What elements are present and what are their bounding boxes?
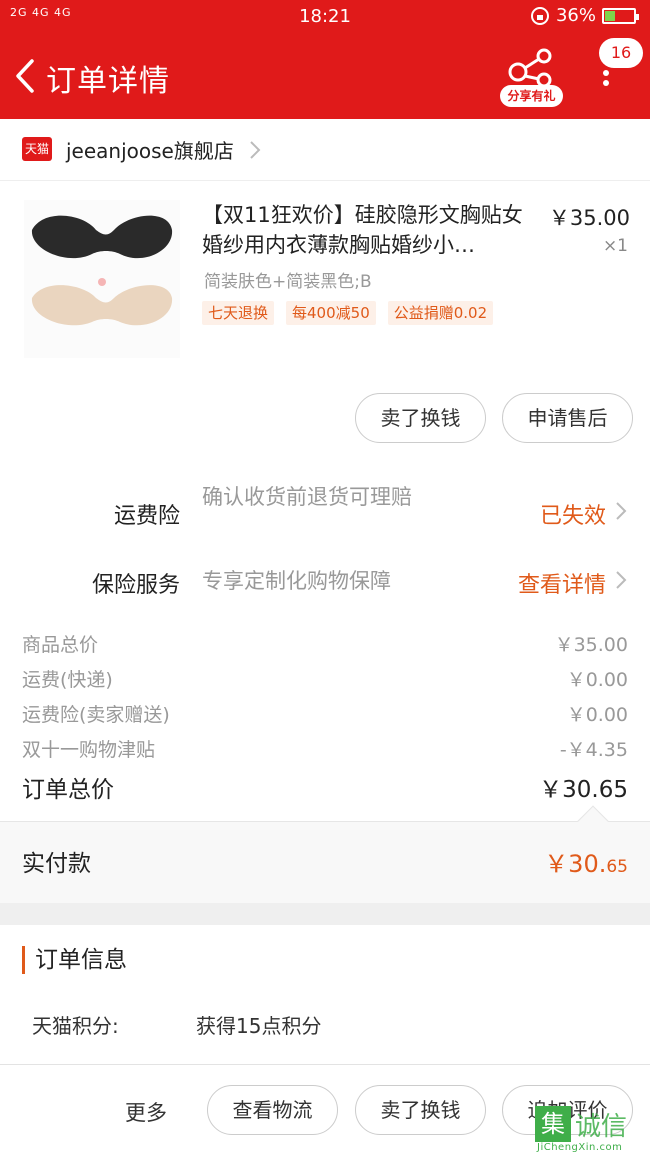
battery-fill: [605, 10, 615, 21]
tmall-points-label: 天猫积分:: [32, 1014, 119, 1038]
summary-row-freight-insurance: 运费险(卖家赠送) ￥0.00: [22, 700, 628, 730]
summary-value: ￥0.00: [566, 704, 628, 726]
chevron-right-icon: [250, 141, 261, 159]
paid-value-cents: 65: [606, 857, 628, 877]
summary-value: ￥35.00: [554, 634, 628, 656]
order-total-label: 订单总价: [22, 777, 114, 803]
order-total-value: ￥30.65: [539, 777, 628, 803]
summary-label: 运费险(卖家赠送): [22, 704, 170, 726]
summary-label: 商品总价: [22, 634, 99, 656]
status-bar: 2G 4G 4G 18:21 36%: [0, 0, 650, 34]
tmall-points-value: 获得15点积分: [196, 1014, 322, 1038]
summary-row-goods: 商品总价 ￥35.00: [22, 630, 628, 660]
order-info-title: 订单信息: [22, 946, 127, 974]
section-divider: [0, 903, 650, 925]
tag-charity: 公益捐赠0.02: [387, 301, 494, 325]
status-right: 36%: [530, 5, 639, 26]
paid-value-main: ￥30.: [544, 850, 607, 878]
app-header: 2G 4G 4G 18:21 36% 订单详情 分享有礼 16: [0, 0, 650, 119]
rotation-lock-icon: [530, 6, 549, 25]
battery-percent: 36%: [555, 5, 596, 26]
resell-button[interactable]: 卖了换钱: [355, 393, 486, 443]
summary-value: -￥4.35: [559, 739, 628, 761]
tag-discount: 每400减50: [286, 301, 376, 325]
view-logistics-button[interactable]: 查看物流: [207, 1085, 338, 1135]
battery-icon: [602, 7, 639, 24]
share-reward-label[interactable]: 分享有礼: [500, 85, 563, 107]
summary-row-shipping: 运费(快递) ￥0.00: [22, 665, 628, 695]
more-menu-icon[interactable]: [598, 70, 614, 92]
paid-label: 实付款: [22, 851, 91, 877]
shop-name[interactable]: jeeanjoose旗舰店: [66, 135, 234, 164]
watermark-url: JiChengXin.com: [537, 1142, 623, 1153]
resell-button-bottom[interactable]: 卖了换钱: [355, 1085, 486, 1135]
freight-insurance-desc: 确认收货前退货可理赔: [202, 485, 412, 509]
paid-amount-box: 实付款 ￥30.65: [0, 805, 650, 903]
chevron-right-icon: [616, 571, 627, 589]
page-title: 订单详情: [46, 64, 170, 99]
chevron-right-icon: [616, 502, 627, 520]
summary-label: 双十一购物津贴: [22, 739, 156, 761]
summary-row-allowance: 双十一购物津贴 -￥4.35: [22, 735, 628, 765]
freight-insurance-status[interactable]: 已失效: [540, 498, 606, 530]
product-sku: 简装肤色+简装黑色;B: [204, 272, 372, 292]
product-price: ￥35.00: [548, 206, 630, 230]
tmall-logo: 天猫: [22, 137, 52, 161]
product-image[interactable]: [24, 200, 180, 358]
site-watermark: 集 诚信 JiChengXin.com: [535, 1106, 647, 1153]
tag-return: 七天退换: [202, 301, 275, 325]
summary-label: 运费(快递): [22, 669, 113, 691]
message-count-badge: 16: [599, 38, 643, 68]
back-icon[interactable]: [12, 58, 38, 94]
shop-row[interactable]: 天猫 jeeanjoose旗舰店: [0, 119, 650, 181]
product-tags: 七天退换 每400减50 公益捐赠0.02: [202, 301, 494, 325]
product-title[interactable]: 【双11狂欢价】硅胶隐形文胸贴女婚纱用内衣薄款胸贴婚纱小…: [202, 200, 542, 260]
view-details-link[interactable]: 查看详情: [518, 567, 606, 599]
more-link[interactable]: 更多: [125, 1097, 167, 1127]
insurance-service-label: 保险服务: [91, 573, 180, 598]
freight-insurance-label: 运费险: [113, 504, 180, 529]
product-quantity: ×1: [602, 236, 628, 256]
watermark-logo: 集: [535, 1106, 571, 1142]
after-sales-button[interactable]: 申请售后: [502, 393, 633, 443]
insurance-service-desc: 专享定制化购物保障: [202, 569, 391, 593]
paid-value: ￥30.65: [544, 844, 628, 879]
summary-value: ￥0.00: [566, 669, 628, 691]
watermark-text: 诚信: [575, 1112, 628, 1142]
notch: [577, 805, 609, 837]
